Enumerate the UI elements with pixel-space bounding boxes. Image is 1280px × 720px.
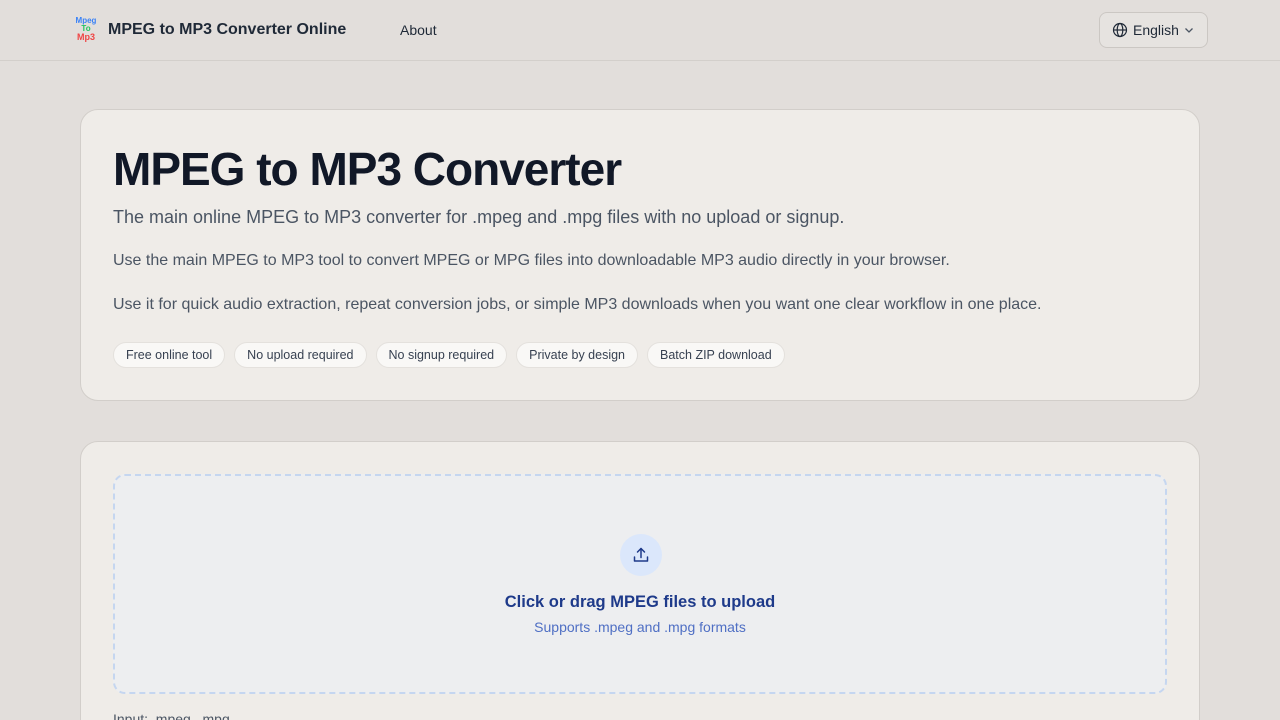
site-logo[interactable]: Mpeg To Mp3 xyxy=(75,17,97,43)
hero-card: MPEG to MP3 Converter The main online MP… xyxy=(80,109,1200,401)
badge-free-online-tool: Free online tool xyxy=(113,342,226,368)
nav-about-link[interactable]: About xyxy=(400,21,437,39)
usage-paragraph: Use it for quick audio extraction, repea… xyxy=(113,296,1042,313)
chevron-down-icon xyxy=(1184,25,1194,35)
upload-card: Click or drag MPEG files to upload Suppo… xyxy=(80,441,1200,720)
logo-text-line3: Mp3 xyxy=(77,32,95,42)
site-header: Mpeg To Mp3 MPEG to MP3 Converter Online… xyxy=(0,0,1280,61)
page-subtitle: The main online MPEG to MP3 converter fo… xyxy=(113,207,845,227)
dropzone-subtitle: Supports .mpeg and .mpg formats xyxy=(534,619,746,635)
page-title: MPEG to MP3 Converter xyxy=(113,143,622,195)
badge-private: Private by design xyxy=(516,342,639,368)
input-formats-note: Input: .mpeg, .mpg xyxy=(113,711,230,720)
brand-link[interactable]: MPEG to MP3 Converter Online xyxy=(108,20,346,40)
badge-no-upload: No upload required xyxy=(234,342,367,368)
language-selector[interactable]: English xyxy=(1099,12,1208,48)
badge-batch-zip: Batch ZIP download xyxy=(647,342,785,368)
file-dropzone[interactable]: Click or drag MPEG files to upload Suppo… xyxy=(113,474,1167,694)
feature-badges: Free online tool No upload required No s… xyxy=(113,342,785,368)
badge-no-signup: No signup required xyxy=(375,342,508,368)
intro-paragraph: Use the main MPEG to MP3 tool to convert… xyxy=(113,252,950,269)
dropzone-title: Click or drag MPEG files to upload xyxy=(504,593,776,611)
upload-icon xyxy=(620,534,662,576)
language-label: English xyxy=(1133,22,1179,38)
globe-icon xyxy=(1112,22,1128,38)
